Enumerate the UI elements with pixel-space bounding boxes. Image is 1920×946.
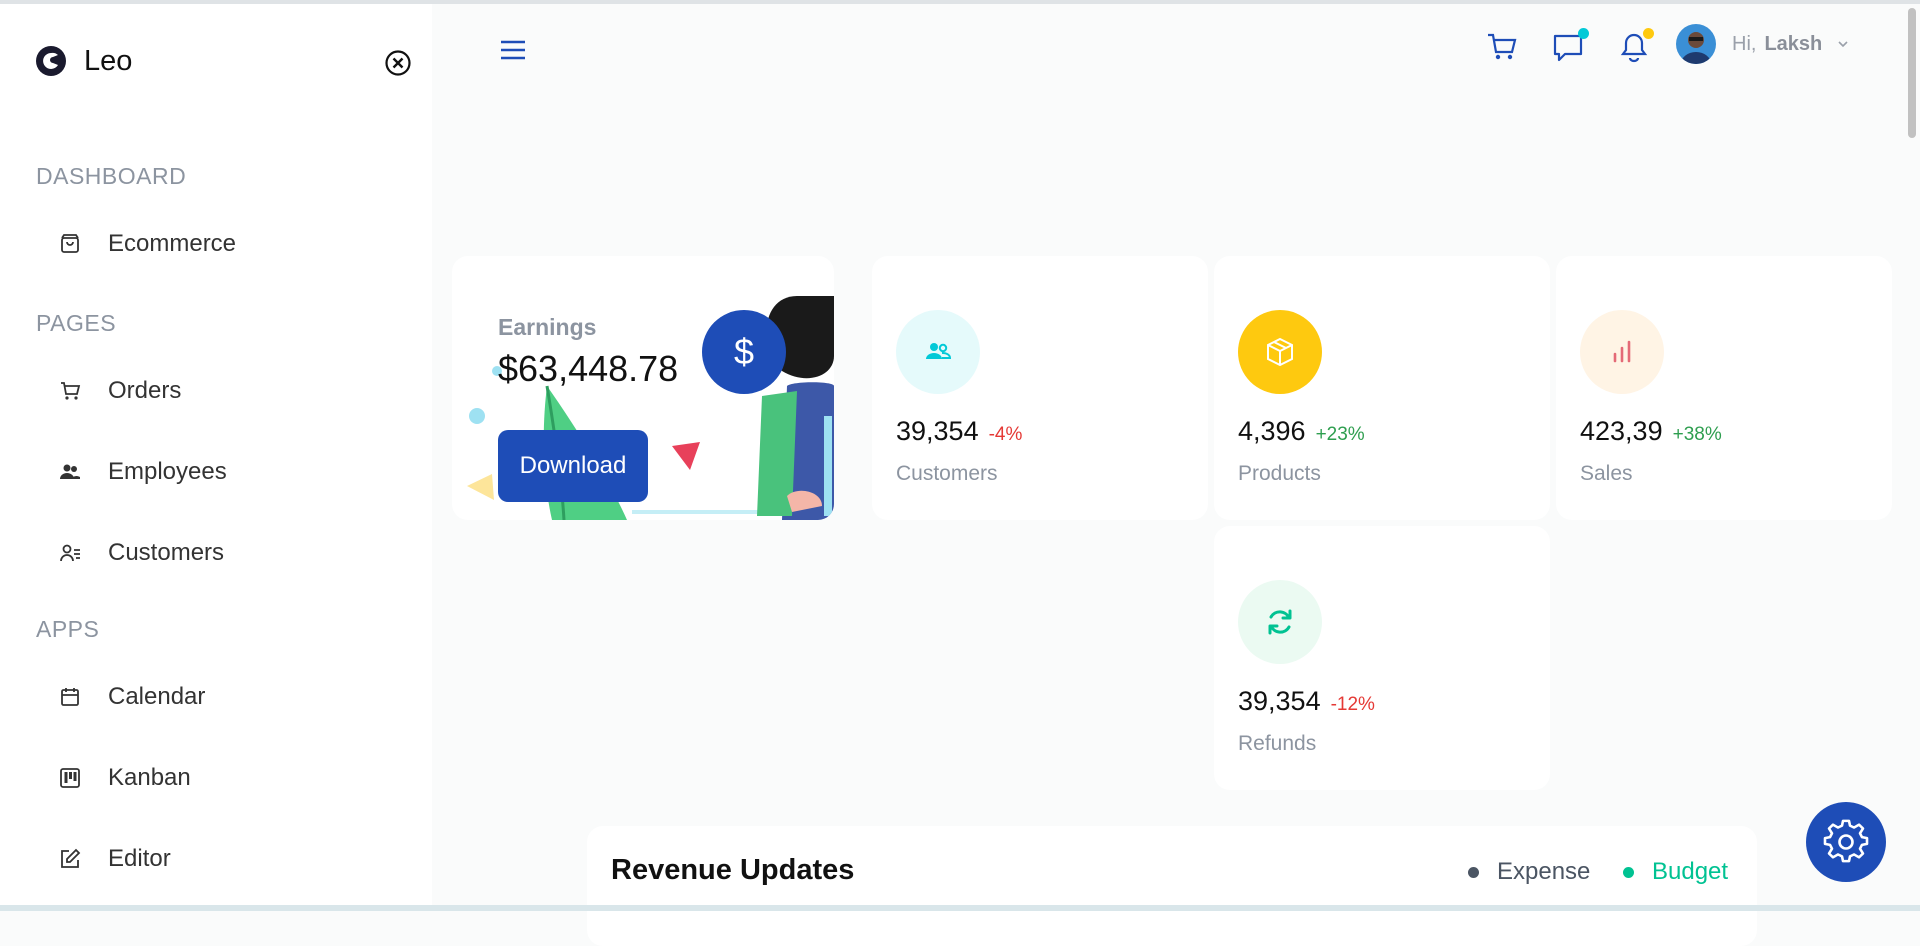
sidebar-item-label: Orders	[108, 377, 182, 404]
stat-number: 4,396	[1238, 416, 1306, 446]
sidebar-item-ecommerce[interactable]: Ecommerce	[36, 219, 406, 269]
window-bottom-border	[0, 905, 1920, 911]
shopping-bag-icon	[54, 228, 86, 260]
username-text: Laksh	[1764, 32, 1823, 55]
download-button[interactable]: Download	[498, 430, 648, 502]
section-title-dashboard: DASHBOARD	[36, 163, 187, 189]
section-title-pages: PAGES	[36, 310, 117, 336]
brand-logo-icon	[36, 46, 66, 76]
menu-toggle-icon[interactable]	[497, 34, 529, 66]
sidebar-item-label: Editor	[108, 845, 171, 872]
sidebar-item-label: Kanban	[108, 764, 191, 791]
gear-icon	[1823, 819, 1869, 863]
bar-chart-icon[interactable]	[1580, 310, 1664, 394]
legend-dot-expense	[1468, 866, 1479, 878]
chat-notification-dot	[1578, 28, 1589, 39]
revenue-title: Revenue Updates	[611, 854, 855, 886]
stat-label: Sales	[1580, 462, 1633, 485]
stat-label: Customers	[896, 462, 998, 485]
user-profile-menu[interactable]: Hi, Laksh	[1676, 24, 1850, 64]
cart-icon[interactable]	[1485, 30, 1519, 64]
sidebar-item-kanban[interactable]: Kanban	[36, 753, 406, 803]
bell-notification-dot	[1643, 28, 1654, 39]
section-title-apps: APPS	[36, 616, 100, 642]
sales-stat-card: 423,39 +38% Sales	[1556, 256, 1892, 520]
earnings-label: Earnings	[498, 314, 597, 340]
customers-stat-card: 39,354 -4% Customers	[872, 256, 1208, 520]
legend-label-expense: Expense	[1497, 858, 1591, 885]
legend-dot-budget	[1623, 866, 1634, 878]
users-icon	[54, 456, 86, 488]
brand-name: Leo	[84, 44, 133, 77]
kanban-icon	[54, 762, 86, 794]
refresh-icon[interactable]	[1238, 580, 1322, 664]
sidebar-item-label: Employees	[108, 458, 227, 485]
legend-budget: Budget	[1623, 858, 1728, 886]
avatar	[1676, 24, 1716, 64]
stat-percent: -4%	[988, 424, 1023, 445]
stat-percent: +23%	[1315, 424, 1365, 445]
sidebar-item-calendar[interactable]: Calendar	[36, 672, 406, 722]
greeting-text: Hi,	[1732, 32, 1757, 55]
brand[interactable]: Leo	[34, 44, 132, 78]
dollar-symbol: $	[733, 331, 755, 372]
chevron-down-icon	[1838, 41, 1848, 48]
stat-label: Products	[1238, 462, 1321, 485]
stat-number: 39,354	[1238, 686, 1321, 716]
sidebar-item-editor[interactable]: Editor	[36, 834, 406, 884]
legend-label-budget: Budget	[1652, 858, 1729, 885]
stat-number: 39,354	[896, 416, 979, 446]
sidebar-item-customers[interactable]: Customers	[36, 528, 406, 578]
stat-value: 39,354 -12%	[1238, 686, 1375, 717]
calendar-icon	[54, 681, 86, 713]
user-list-icon	[54, 537, 86, 569]
earnings-card: Earnings $63,448.78 $ Download	[452, 256, 834, 520]
stat-percent: +38%	[1672, 424, 1722, 445]
settings-button[interactable]	[1806, 802, 1886, 882]
stat-value: 4,396 +23%	[1238, 416, 1365, 447]
sidebar: Leo DASHBOARD Ecommerce PAGES Orders Emp…	[0, 4, 432, 905]
stat-value: 423,39 +38%	[1580, 416, 1722, 447]
cart-icon	[54, 375, 86, 407]
sidebar-item-label: Ecommerce	[108, 230, 237, 257]
users-icon[interactable]	[896, 310, 980, 394]
sidebar-item-label: Calendar	[108, 683, 206, 710]
box-icon[interactable]	[1238, 310, 1322, 394]
revenue-updates-card: Revenue Updates Expense Budget	[587, 826, 1757, 946]
dollar-icon[interactable]: $	[702, 310, 786, 394]
products-stat-card: 4,396 +23% Products	[1214, 256, 1550, 520]
edit-icon	[54, 843, 86, 875]
sidebar-item-label: Customers	[108, 539, 225, 566]
stat-percent: -12%	[1330, 694, 1375, 715]
sidebar-item-employees[interactable]: Employees	[36, 447, 406, 497]
close-sidebar-icon[interactable]	[384, 49, 412, 77]
legend-expense: Expense	[1468, 858, 1590, 886]
stat-label: Refunds	[1238, 732, 1317, 755]
earnings-value: $63,448.78	[498, 348, 679, 389]
stat-number: 423,39	[1580, 416, 1663, 446]
sidebar-item-orders[interactable]: Orders	[36, 366, 406, 416]
page-scrollbar[interactable]	[1908, 8, 1916, 138]
stat-value: 39,354 -4%	[896, 416, 1022, 447]
refunds-stat-card: 39,354 -12% Refunds	[1214, 526, 1550, 790]
